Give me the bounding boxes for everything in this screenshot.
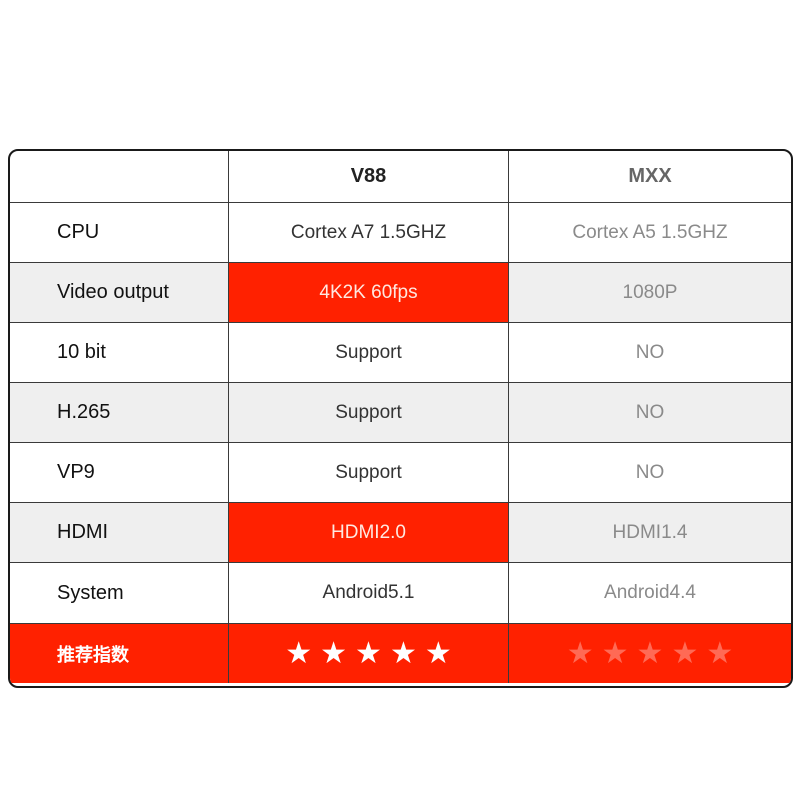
row-label: System [10, 563, 229, 623]
header-corner [10, 151, 229, 202]
table-row: CPU Cortex A7 1.5GHZ Cortex A5 1.5GHZ [10, 203, 791, 263]
star-icon: ★ [671, 636, 699, 670]
v88-value: Android5.1 [229, 563, 509, 623]
row-label: 10 bit [10, 323, 229, 382]
header-v88: V88 [229, 151, 509, 202]
star-icon: ★ [389, 636, 417, 670]
v88-rating: ★ ★ ★ ★ ★ [229, 624, 509, 683]
mxx-value: 1080P [622, 281, 678, 303]
table-row: System Android5.1 Android4.4 [10, 563, 791, 623]
v88-value: HDMI2.0 [229, 503, 509, 562]
row-label: VP9 [10, 443, 229, 502]
table-row: VP9 Support NO [10, 443, 791, 503]
mxx-value: Android4.4 [604, 582, 696, 603]
mxx-value: NO [635, 401, 665, 423]
star-icon: ★ [355, 636, 382, 670]
rating-label: 推荐指数 [10, 624, 229, 683]
star-icon: ★ [424, 636, 452, 670]
v88-value: 4K2K 60fps [229, 263, 509, 322]
v88-value: Support [229, 443, 509, 502]
rows-container: CPU Cortex A7 1.5GHZ Cortex A5 1.5GHZ Video… [10, 203, 791, 623]
v88-value: Support [229, 323, 509, 382]
mxx-rating: ★ ★ ★ ★ ★ [509, 624, 791, 683]
star-icon: ★ [566, 636, 594, 670]
table-row: HDMI HDMI2.0 HDMI1.4 [10, 503, 791, 563]
table-row: 10 bit Support NO [10, 323, 791, 383]
star-icon: ★ [706, 636, 734, 670]
header-mxx: MXX [628, 165, 672, 187]
mxx-value: NO [635, 461, 665, 483]
star-icon: ★ [320, 636, 348, 670]
mxx-stars: ★ ★ ★ ★ ★ [566, 636, 734, 670]
star-icon: ★ [285, 636, 313, 670]
star-icon: ★ [601, 636, 629, 670]
mxx-value: NO [635, 341, 665, 363]
row-label: Video output [10, 263, 229, 322]
mxx-value: Cortex A5 1.5GHZ [572, 221, 728, 243]
comparison-table: V88 MXX CPU Cortex A7 1.5GHZ Cortex A5 1.5… [8, 149, 793, 688]
row-label: H.265 [10, 383, 229, 442]
star-icon: ★ [636, 636, 664, 670]
rating-row: 推荐指数 ★ ★ ★ ★ ★ ★ ★ ★ ★ ★ [10, 623, 791, 683]
row-label: HDMI [10, 503, 229, 562]
row-label: CPU [10, 203, 229, 262]
header-row: V88 MXX [10, 151, 791, 203]
v88-stars: ★ ★ ★ ★ ★ [285, 636, 452, 670]
mxx-value: HDMI1.4 [612, 521, 688, 543]
table-row: Video output 4K2K 60fps 1080P [10, 263, 791, 323]
table-row: H.265 Support NO [10, 383, 791, 443]
v88-value: Cortex A7 1.5GHZ [229, 203, 509, 262]
v88-value: Support [229, 383, 509, 442]
